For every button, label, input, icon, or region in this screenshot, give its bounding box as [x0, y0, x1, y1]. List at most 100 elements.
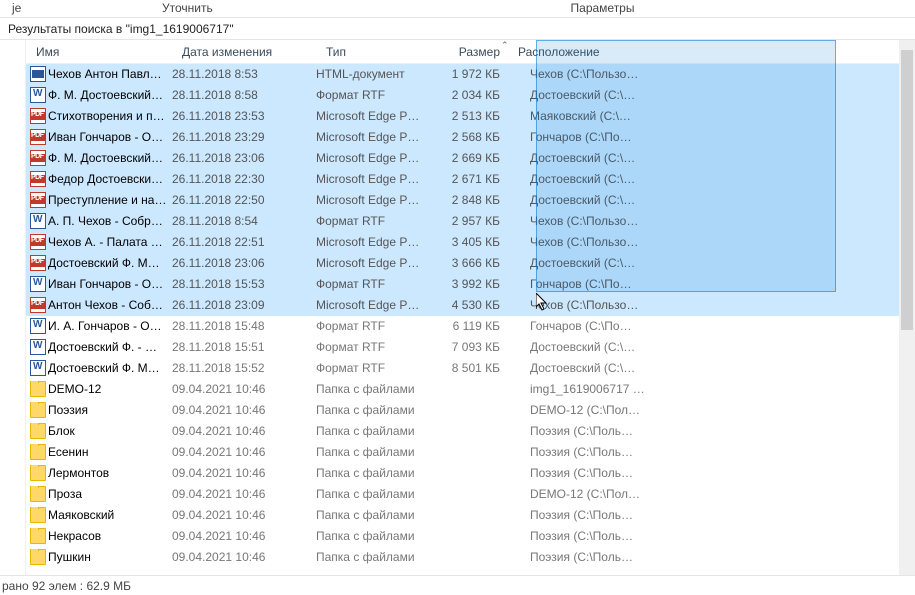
file-size: 3 666 КБ — [436, 256, 508, 270]
ribbon-tab-1[interactable]: је — [0, 0, 150, 17]
file-name: Пушкин — [46, 550, 172, 564]
file-location: img1_1619006717 … — [508, 382, 915, 396]
status-bar: рано 92 элем : 62.9 МБ — [0, 575, 915, 595]
table-row[interactable]: Иван Гончаров - О…28.11.2018 15:53Формат… — [26, 274, 915, 295]
file-location: Достоевский (C:\… — [508, 88, 915, 102]
breadcrumb[interactable]: Результаты поиска в "img1_1619006717" — [0, 18, 915, 40]
file-date: 26.11.2018 23:29 — [172, 130, 316, 144]
file-date: 26.11.2018 22:50 — [172, 193, 316, 207]
nav-pane-edge[interactable] — [0, 40, 26, 575]
file-type: Microsoft Edge P… — [316, 172, 436, 186]
file-type: Формат RTF — [316, 361, 436, 375]
table-row[interactable]: Есенин09.04.2021 10:46Папка с файламиПоэ… — [26, 442, 915, 463]
table-row[interactable]: И. А. Гончаров - О…28.11.2018 15:48Форма… — [26, 316, 915, 337]
file-type: Папка с файлами — [316, 382, 436, 396]
file-icon — [26, 528, 46, 544]
file-date: 28.11.2018 15:51 — [172, 340, 316, 354]
col-header-location[interactable]: Расположение — [508, 45, 915, 59]
file-name: Чехов А. - Палата … — [46, 235, 172, 249]
file-date: 09.04.2021 10:46 — [172, 550, 316, 564]
col-header-date[interactable]: Дата изменения — [172, 45, 316, 59]
file-icon — [26, 87, 46, 103]
file-date: 09.04.2021 10:46 — [172, 424, 316, 438]
file-size: 3 405 КБ — [436, 235, 508, 249]
file-name: Достоевский Ф. М… — [46, 256, 172, 270]
table-row[interactable]: Лермонтов09.04.2021 10:46Папка с файлами… — [26, 463, 915, 484]
file-location: Достоевский (C:\… — [508, 172, 915, 186]
file-location: Гончаров (C:\По… — [508, 319, 915, 333]
table-row[interactable]: Достоевский Ф. М…26.11.2018 23:06Microso… — [26, 253, 915, 274]
file-location: Достоевский (C:\… — [508, 193, 915, 207]
file-location: Чехов (C:\Пользо… — [508, 67, 915, 81]
file-type: Папка с файлами — [316, 487, 436, 501]
file-type: Папка с файлами — [316, 424, 436, 438]
file-icon — [26, 318, 46, 334]
file-name: Преступление и на… — [46, 193, 172, 207]
file-name: Некрасов — [46, 529, 172, 543]
file-date: 26.11.2018 22:51 — [172, 235, 316, 249]
ribbon-tab-2[interactable]: Уточнить — [150, 0, 290, 17]
table-row[interactable]: DEMO-1209.04.2021 10:46Папка с файламиim… — [26, 379, 915, 400]
file-location: Маяковский (C:\… — [508, 109, 915, 123]
file-type: Папка с файлами — [316, 508, 436, 522]
file-size: 4 530 КБ — [436, 298, 508, 312]
file-location: Достоевский (C:\… — [508, 361, 915, 375]
file-name: Чехов Антон Павл… — [46, 67, 172, 81]
scroll-thumb[interactable] — [901, 50, 913, 330]
file-date: 09.04.2021 10:46 — [172, 508, 316, 522]
file-type: Папка с файлами — [316, 445, 436, 459]
table-row[interactable]: Ф. М. Достоевский…26.11.2018 23:06Micros… — [26, 148, 915, 169]
file-type: Microsoft Edge P… — [316, 151, 436, 165]
ribbon-tab-3[interactable]: Параметры — [478, 0, 728, 17]
vertical-scrollbar[interactable] — [899, 40, 915, 575]
file-type: Папка с файлами — [316, 550, 436, 564]
file-name: Федор Достоевски… — [46, 172, 172, 186]
table-row[interactable]: Антон Чехов - Соб…26.11.2018 23:09Micros… — [26, 295, 915, 316]
status-text: рано 92 элем : 62.9 МБ — [2, 579, 131, 593]
file-date: 28.11.2018 15:48 — [172, 319, 316, 333]
table-row[interactable]: Иван Гончаров - О…26.11.2018 23:29Micros… — [26, 127, 915, 148]
file-location: Поэзия (C:\Поль… — [508, 424, 915, 438]
file-name: Проза — [46, 487, 172, 501]
file-location: Поэзия (C:\Поль… — [508, 529, 915, 543]
file-date: 09.04.2021 10:46 — [172, 445, 316, 459]
sort-indicator-icon: ⌃ — [501, 40, 509, 51]
file-location: Достоевский (C:\… — [508, 340, 915, 354]
file-name: Ф. М. Достоевский… — [46, 88, 172, 102]
file-size: 7 093 КБ — [436, 340, 508, 354]
file-date: 09.04.2021 10:46 — [172, 403, 316, 417]
table-row[interactable]: Проза09.04.2021 10:46Папка с файламиDEMO… — [26, 484, 915, 505]
col-header-type[interactable]: Тип — [316, 45, 436, 59]
file-date: 26.11.2018 23:09 — [172, 298, 316, 312]
table-row[interactable]: Федор Достоевски…26.11.2018 22:30Microso… — [26, 169, 915, 190]
col-header-size[interactable]: Размер — [436, 45, 508, 59]
file-name: Иван Гончаров - О… — [46, 277, 172, 291]
file-date: 28.11.2018 8:53 — [172, 67, 316, 81]
table-row[interactable]: Блок09.04.2021 10:46Папка с файламиПоэзи… — [26, 421, 915, 442]
file-size: 2 671 КБ — [436, 172, 508, 186]
table-row[interactable]: Чехов Антон Павл…28.11.2018 8:53HTML-док… — [26, 64, 915, 85]
table-row[interactable]: Достоевский Ф. М…28.11.2018 15:52Формат … — [26, 358, 915, 379]
file-name: Антон Чехов - Соб… — [46, 298, 172, 312]
file-date: 26.11.2018 23:06 — [172, 151, 316, 165]
table-row[interactable]: Некрасов09.04.2021 10:46Папка с файламиП… — [26, 526, 915, 547]
table-row[interactable]: Ф. М. Достоевский…28.11.2018 8:58Формат … — [26, 85, 915, 106]
table-row[interactable]: Чехов А. - Палата …26.11.2018 22:51Micro… — [26, 232, 915, 253]
file-date: 28.11.2018 15:53 — [172, 277, 316, 291]
file-icon — [26, 360, 46, 376]
table-row[interactable]: Стихотворения и п…26.11.2018 23:53Micros… — [26, 106, 915, 127]
table-row[interactable]: Пушкин09.04.2021 10:46Папка с файламиПоэ… — [26, 547, 915, 568]
file-type: Microsoft Edge P… — [316, 193, 436, 207]
file-name: И. А. Гончаров - О… — [46, 319, 172, 333]
table-row[interactable]: А. П. Чехов - Собр…28.11.2018 8:54Формат… — [26, 211, 915, 232]
table-row[interactable]: Преступление и на…26.11.2018 22:50Micros… — [26, 190, 915, 211]
table-row[interactable]: Маяковский09.04.2021 10:46Папка с файлам… — [26, 505, 915, 526]
file-type: Формат RTF — [316, 319, 436, 333]
file-type: Microsoft Edge P… — [316, 235, 436, 249]
col-header-name[interactable]: Имя — [26, 45, 172, 59]
file-icon — [26, 150, 46, 166]
file-list[interactable]: Имя Дата изменения Тип Размер Расположен… — [26, 40, 915, 575]
table-row[interactable]: Поэзия09.04.2021 10:46Папка с файламиDEM… — [26, 400, 915, 421]
file-icon — [26, 192, 46, 208]
table-row[interactable]: Достоевский Ф. - …28.11.2018 15:51Формат… — [26, 337, 915, 358]
